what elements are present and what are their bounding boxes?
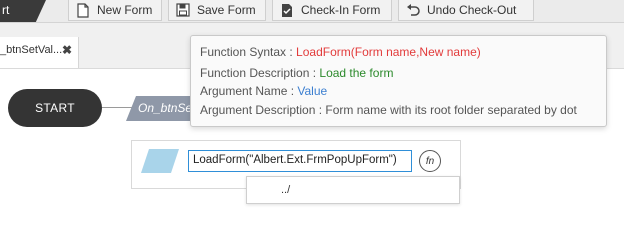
event-node[interactable]: On_btnSe	[126, 96, 200, 121]
flow-connector	[102, 107, 132, 108]
check-in-form-button[interactable]: Check-In Form	[272, 0, 392, 21]
tooltip-description-row: Function Description : Load the form	[200, 66, 393, 80]
undo-check-out-button[interactable]: Undo Check-Out	[398, 0, 534, 21]
new-form-label: New Form	[97, 3, 153, 17]
tooltip-argname-row: Argument Name : Value	[200, 84, 327, 98]
check-in-icon	[279, 2, 295, 18]
save-form-label: Save Form	[197, 3, 256, 17]
undo-icon	[405, 2, 421, 18]
function-tooltip: Function Syntax : LoadForm(Form name,New…	[190, 35, 607, 127]
event-node-label: On_btnSe	[138, 101, 193, 115]
save-form-button[interactable]: Save Form	[168, 0, 266, 21]
expression-input[interactable]: LoadForm("Albert.Ext.FrmPopUpForm")	[188, 150, 412, 172]
document-tab-label: _btnSetVal...	[0, 44, 63, 56]
save-icon	[175, 2, 191, 18]
autocomplete-item[interactable]: ../	[281, 184, 290, 196]
tooltip-argdesc-row: Argument Description : Form name with it…	[200, 103, 577, 117]
close-icon[interactable]: ✖	[62, 43, 72, 57]
document-tab[interactable]: _btnSetVal... ✖	[0, 37, 79, 68]
new-form-icon	[75, 2, 91, 18]
tooltip-syntax-value: LoadForm(Form name,New name)	[296, 45, 481, 59]
check-in-form-label: Check-In Form	[301, 3, 381, 17]
start-node[interactable]: START	[8, 89, 102, 127]
tooltip-description-value: Load the form	[319, 66, 394, 80]
tooltip-description-label: Function Description :	[200, 66, 320, 80]
tooltip-syntax-row: Function Syntax : LoadForm(Form name,New…	[200, 45, 481, 59]
tooltip-syntax-label: Function Syntax :	[200, 45, 297, 59]
start-node-label: START	[35, 101, 75, 115]
tooltip-argname-value: Value	[297, 84, 328, 98]
undo-check-out-label: Undo Check-Out	[427, 3, 517, 17]
toolbar: rt New Form Save Form Check-In Form Undo…	[0, 0, 624, 23]
start-tab[interactable]: rt	[0, 0, 46, 22]
start-tab-label: rt	[2, 3, 10, 17]
tooltip-argdesc-label: Argument Description :	[200, 103, 326, 117]
new-form-button[interactable]: New Form	[68, 0, 162, 21]
tooltip-argname-label: Argument Name :	[200, 84, 298, 98]
autocomplete-dropdown[interactable]: ../	[246, 176, 460, 204]
function-button-label: fn	[425, 155, 435, 167]
function-icon[interactable]: fn	[419, 150, 441, 172]
tooltip-argdesc-value: Form name with its root folder separated…	[325, 103, 577, 117]
